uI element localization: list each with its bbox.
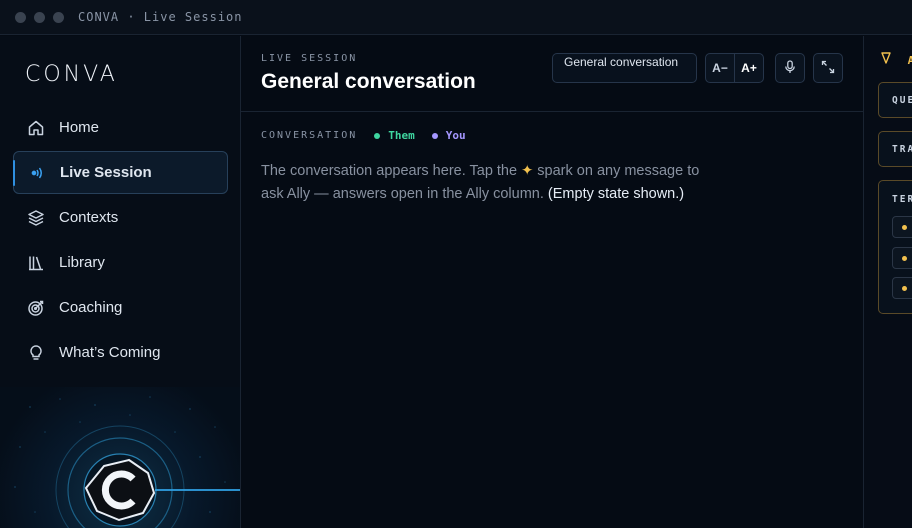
page-title: General conversation <box>261 70 476 93</box>
sidebar-item-home[interactable]: Home <box>13 106 228 149</box>
spark-icon: ✦ <box>521 163 534 179</box>
window-titlebar: CONVA · Live Session <box>0 0 912 35</box>
expand-button[interactable] <box>813 53 843 83</box>
window-minimize-button[interactable] <box>34 11 45 23</box>
conversation-empty-state: The conversation appears here. Tap the ✦… <box>261 160 711 206</box>
window-title: CONVA · Live Session <box>78 10 243 24</box>
sidebar-item-label: What’s Coming <box>59 344 161 361</box>
sidebar-item-label: Library <box>59 254 105 271</box>
ally-card-transcript[interactable]: TRA <box>878 131 912 167</box>
conversation-header: CONVERSATION Them You <box>261 129 483 142</box>
sidebar-item-label: Live Session <box>60 164 152 181</box>
legend-you: You <box>431 129 466 142</box>
ally-column: A QUE TRA TER <box>863 36 912 528</box>
microphone-icon <box>783 59 797 77</box>
you-dot-icon <box>431 132 438 139</box>
sidebar-item-library[interactable]: Library <box>13 241 228 284</box>
font-decrease-button[interactable]: A− <box>705 53 735 83</box>
legend-you-label: You <box>445 129 466 142</box>
expand-icon <box>821 60 835 77</box>
term-chip[interactable] <box>892 247 912 269</box>
conversation-label: CONVERSATION <box>261 130 358 141</box>
ally-card-title: TRA <box>892 144 912 155</box>
sidebar: CONVA Home Live Session Contexts Library <box>0 36 241 528</box>
sidebar-item-label: Contexts <box>59 209 119 226</box>
them-dot-icon <box>374 132 381 139</box>
ally-card-questions[interactable]: QUE <box>878 82 912 118</box>
empty-note: (Empty state shown.) <box>547 186 685 202</box>
ally-header-label: A <box>908 54 912 67</box>
context-select[interactable]: General conversation <box>552 53 697 83</box>
sidebar-item-label: Home <box>59 119 100 136</box>
window-close-button[interactable] <box>15 11 26 23</box>
legend-them-label: Them <box>388 129 415 142</box>
lightbulb-icon <box>26 343 46 363</box>
target-icon <box>26 298 46 318</box>
sidebar-item-live-session[interactable]: Live Session <box>13 151 228 194</box>
microphone-button[interactable] <box>775 53 805 83</box>
live-signal-icon <box>27 163 47 183</box>
sidebar-nav: Home Live Session Contexts Library Coach… <box>13 106 228 376</box>
ally-header: A <box>881 52 912 67</box>
legend-them: Them <box>374 129 415 142</box>
library-icon <box>26 253 46 273</box>
ally-card-title: QUE <box>892 95 912 106</box>
session-header: LIVE SESSION General conversation Genera… <box>241 36 863 112</box>
ally-spark-icon <box>881 52 900 67</box>
empty-text-1: The conversation appears here. Tap the <box>261 163 518 179</box>
ally-card-title: TER <box>892 194 912 205</box>
main-panel: LIVE SESSION General conversation Genera… <box>241 36 863 528</box>
page-eyebrow: LIVE SESSION <box>261 53 358 64</box>
ally-hero-illustration <box>0 387 240 528</box>
sidebar-item-contexts[interactable]: Contexts <box>13 196 228 239</box>
sidebar-item-label: Coaching <box>59 299 123 316</box>
term-chip[interactable] <box>892 216 912 238</box>
sidebar-item-coaching[interactable]: Coaching <box>13 286 228 329</box>
home-icon <box>26 118 46 138</box>
app-logo: CONVA <box>25 62 118 87</box>
window-maximize-button[interactable] <box>53 11 64 23</box>
font-increase-button[interactable]: A+ <box>734 53 764 83</box>
ally-card-terms: TER <box>878 180 912 314</box>
layers-icon <box>26 208 46 228</box>
sidebar-item-whats-coming[interactable]: What’s Coming <box>13 331 228 374</box>
term-chip[interactable] <box>892 277 912 299</box>
